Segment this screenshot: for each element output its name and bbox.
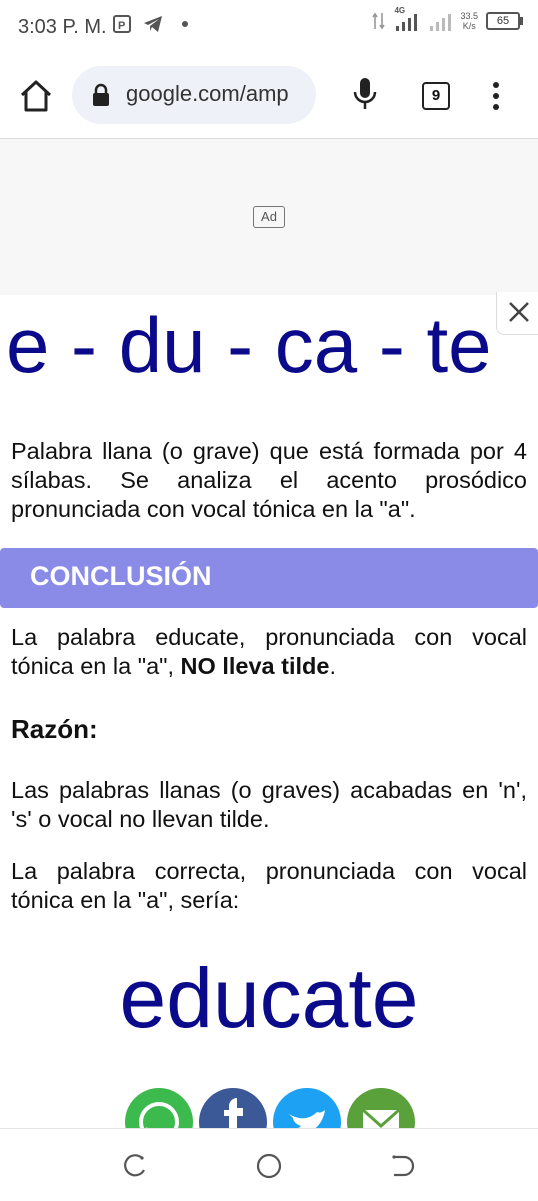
reason-heading: Razón:: [11, 714, 98, 744]
status-bar: 3:03 P. M. P 4G 33.5 K/s 65: [0, 0, 538, 56]
word-description: Palabra llana (o grave) que está formada…: [11, 438, 527, 522]
signal-icon: 4G: [394, 6, 420, 32]
conclusion-header: CONCLUSIÓN: [0, 548, 538, 608]
notification-icons: P: [112, 14, 188, 34]
close-icon[interactable]: [497, 292, 538, 334]
tab-count: 9: [431, 87, 441, 104]
url-text[interactable]: google.com/amp: [126, 81, 289, 107]
battery-level: 65: [496, 15, 510, 27]
home-nav-icon[interactable]: [256, 1153, 282, 1179]
microphone-icon[interactable]: [352, 76, 378, 112]
ad-banner[interactable]: Ad: [0, 139, 538, 295]
data-transfer-icon: [372, 12, 386, 30]
system-navigation-bar: [0, 1128, 538, 1201]
reason-text: Las palabras llanas (o graves) acabadas …: [11, 777, 527, 832]
correct-word-text: La palabra correcta, pronunciada con voc…: [11, 858, 527, 913]
ad-badge: Ad: [253, 206, 285, 228]
conclusion-heading: CONCLUSIÓN: [30, 561, 212, 591]
network-type: 4G: [394, 6, 406, 15]
home-icon[interactable]: [18, 78, 54, 114]
syllable-split: e - du - ca - te: [6, 301, 492, 389]
address-bar[interactable]: google.com/amp: [72, 66, 316, 124]
svg-text:P: P: [118, 20, 125, 32]
status-time: 3:03 P. M.: [18, 16, 107, 38]
speed-unit: K/s: [462, 21, 476, 31]
battery-icon: 65: [486, 12, 523, 30]
conclusion-text-end: .: [329, 653, 336, 679]
conclusion-text: La palabra educate, pronunciada con voca…: [11, 623, 527, 681]
lock-icon: [93, 83, 109, 106]
conclusion-text-bold: NO lleva tilde: [180, 653, 330, 679]
browser-toolbar: google.com/amp 9: [0, 56, 538, 139]
back-icon[interactable]: [390, 1153, 416, 1179]
pdf-app-icon: P: [113, 15, 131, 33]
status-right: 4G 33.5 K/s 65: [372, 6, 523, 32]
tab-switcher-button[interactable]: 9: [422, 82, 450, 110]
network-speed: 33.5 K/s: [460, 11, 478, 31]
telegram-icon: [144, 16, 162, 32]
notification-dot: [182, 21, 188, 27]
speed-value: 33.5: [460, 11, 478, 21]
recent-apps-icon[interactable]: [122, 1153, 148, 1179]
ad-close-button[interactable]: [496, 292, 538, 335]
signal-icon-2: [430, 14, 452, 31]
correct-word: educate: [119, 951, 419, 1045]
more-options-icon[interactable]: [486, 80, 506, 112]
